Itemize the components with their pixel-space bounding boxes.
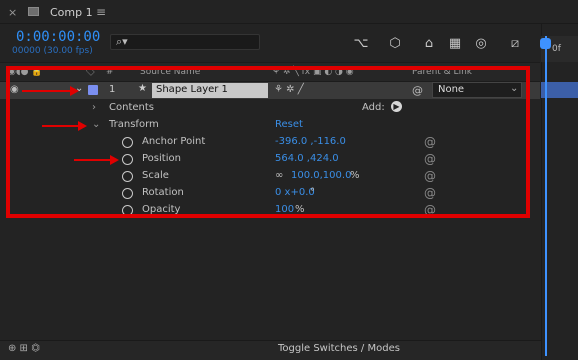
toggle-switches-modes-button[interactable]: Toggle Switches / Modes [278, 343, 400, 354]
annotation-arrow-head-layer [70, 86, 79, 96]
bottom-panel-icons[interactable]: ⊕ ⊞ ⏣ [8, 343, 40, 354]
motion-blur-icon[interactable]: ◎ [472, 36, 490, 51]
frame-blending-icon[interactable]: ▦ [446, 36, 464, 51]
layer-duration-bar[interactable] [541, 82, 578, 98]
timeline-keyframe-marker: I [545, 119, 548, 130]
draft-3d-icon[interactable]: ⌥ [352, 36, 370, 51]
annotation-arrow-layer [22, 90, 72, 92]
graph-editor-icon[interactable]: ⧄ [506, 36, 524, 51]
bottom-bar [0, 340, 541, 360]
solo-icon[interactable]: ⬡ [386, 36, 404, 51]
timeline-keyframe-marker: I [545, 204, 548, 215]
close-tab-icon[interactable]: × [8, 6, 17, 19]
annotation-arrow-head-position [110, 155, 119, 165]
annotation-arrow-transform [42, 125, 80, 127]
annotation-highlight-box [6, 66, 530, 218]
timeline-keyframe-marker: I [545, 187, 548, 198]
annotation-arrow-position [74, 159, 112, 161]
timeline-keyframe-marker: I [545, 153, 548, 164]
shy-icon[interactable]: ⌂ [420, 36, 438, 51]
composition-icon [28, 7, 39, 16]
layer-search-input[interactable] [110, 34, 260, 50]
frame-count-display: 00000 (30.00 fps) [12, 46, 93, 56]
ruler-start-label: 0f [552, 44, 561, 54]
timeline-keyframe-marker: I [545, 102, 548, 113]
annotation-arrow-head-transform [78, 121, 87, 131]
tab-comp-title[interactable]: Comp 1 [50, 6, 93, 19]
timeline-keyframe-marker: I [545, 170, 548, 181]
panel-menu-icon[interactable]: ≡ [96, 5, 106, 19]
current-time-display[interactable]: 0:00:00:00 [16, 29, 100, 45]
search-icon: ⌕▾ [116, 35, 128, 48]
timeline-keyframe-marker: I [545, 136, 548, 147]
